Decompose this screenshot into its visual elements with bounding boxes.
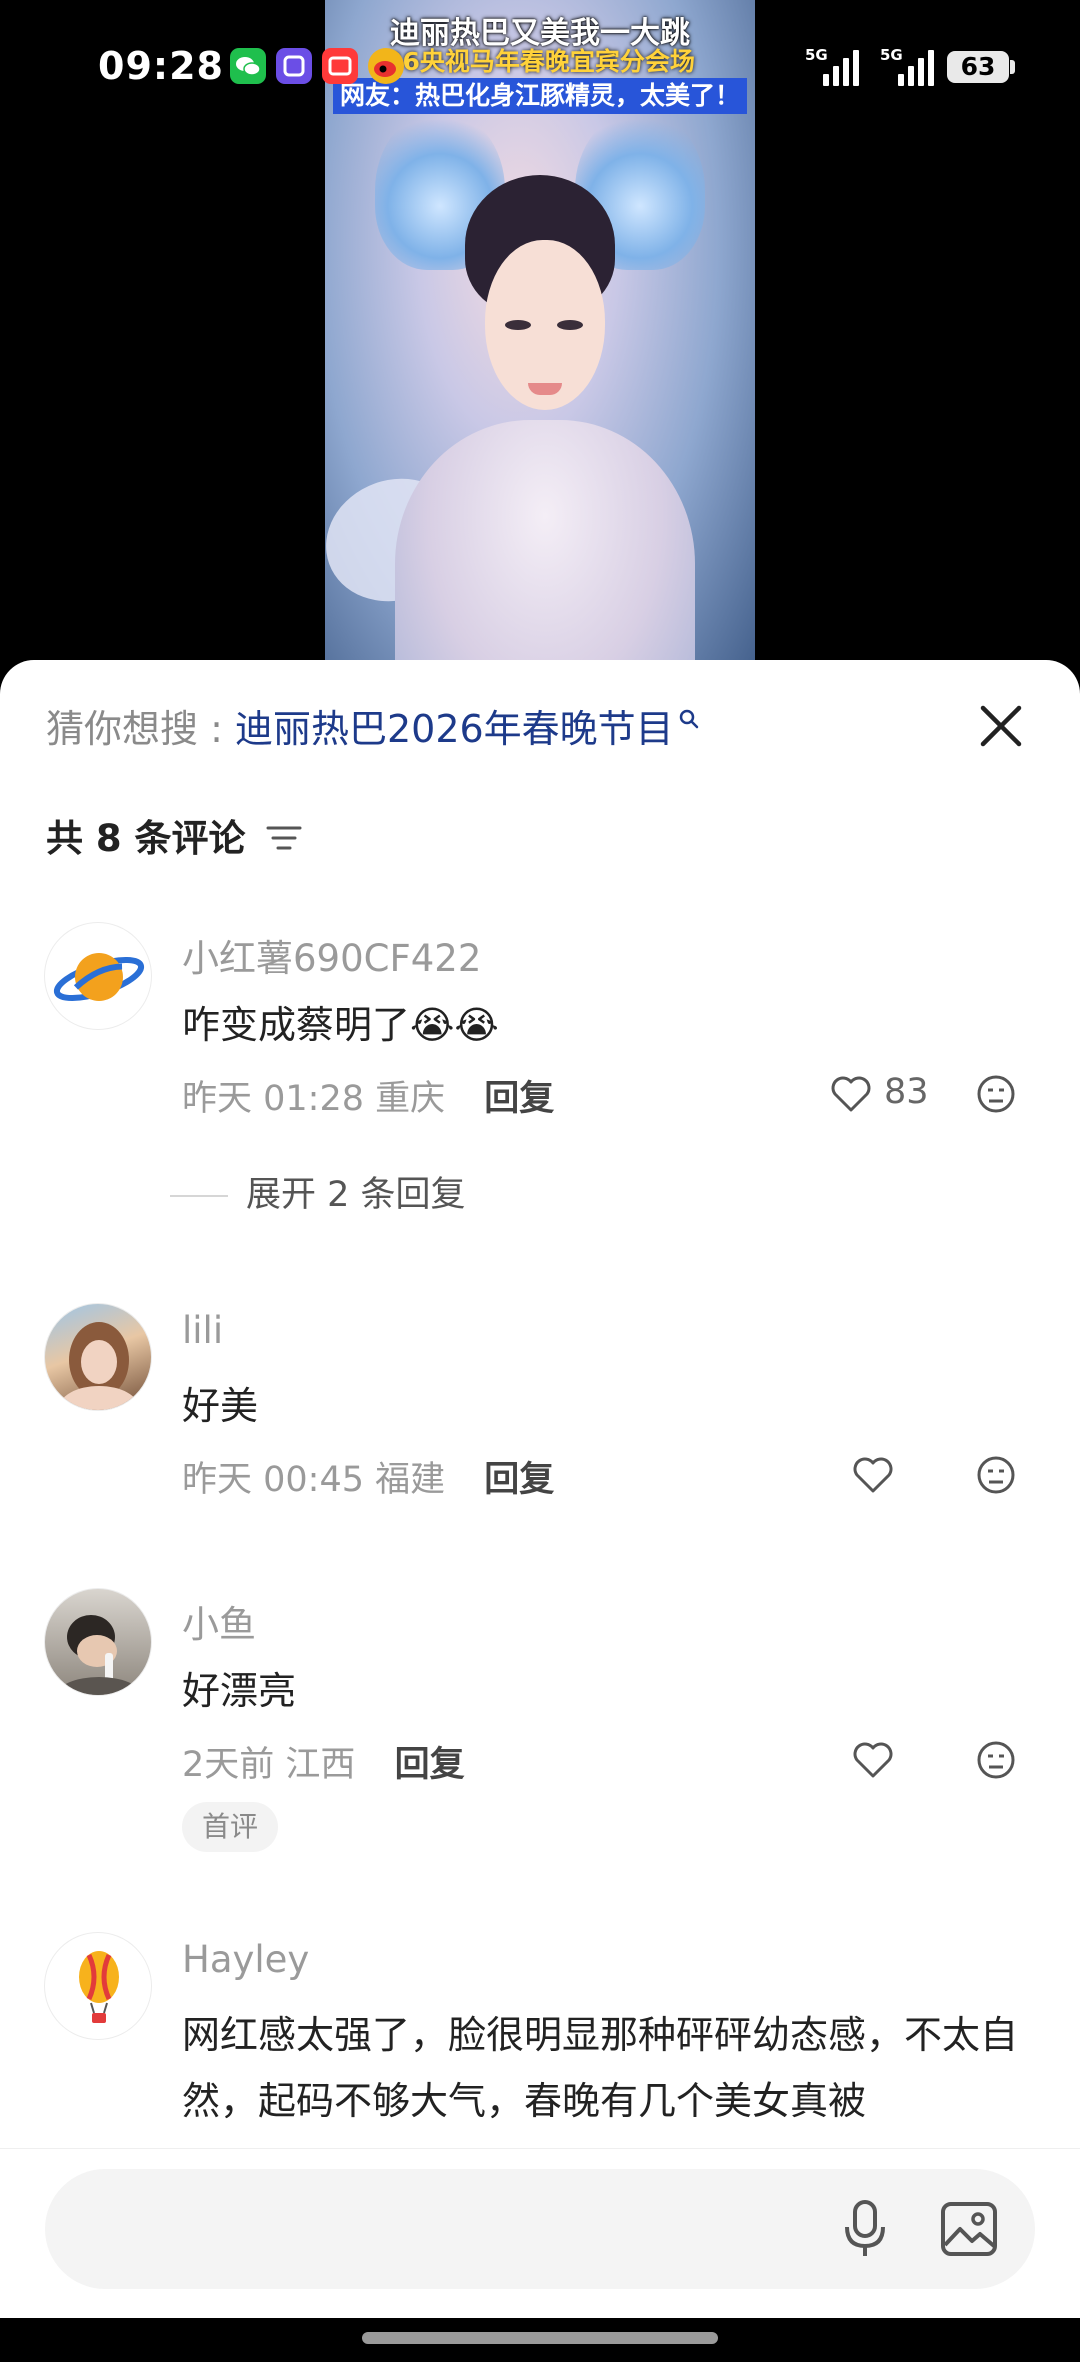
expand-replies-label: 展开 2 条回复 bbox=[246, 1175, 466, 1215]
comment-item: lili 好美 昨天 00:45 福建 回复 bbox=[0, 1303, 1080, 1523]
comment-text: 好漂亮 bbox=[182, 1669, 297, 1713]
comment-time: 2天前 bbox=[182, 1745, 275, 1785]
comments-sheet: 猜你想搜 : 迪丽热巴2026年春晚节目 共 8 条评论 小红薯690CF422… bbox=[0, 660, 1080, 2362]
network-label: 5G bbox=[805, 46, 828, 64]
balloon-icon bbox=[79, 1951, 119, 2023]
comment-meta: 昨天 01:28 重庆 回复 bbox=[182, 1070, 554, 1121]
like-heart-icon[interactable] bbox=[830, 1074, 872, 1114]
comment-username[interactable]: 小红薯690CF422 bbox=[182, 928, 481, 982]
comment-text: 好美 bbox=[182, 1384, 259, 1428]
battery-indicator: 63 bbox=[947, 51, 1009, 83]
expand-replies-button[interactable]: 展开 2 条回复 bbox=[170, 1166, 466, 1217]
avatar[interactable] bbox=[44, 1588, 152, 1696]
dislike-face-icon[interactable] bbox=[976, 1074, 1016, 1114]
comment-item: 小红薯690CF422 咋变成蔡明了😭😭 昨天 01:28 重庆 回复 83 展… bbox=[0, 922, 1080, 1215]
comment-meta: 昨天 00:45 福建 回复 bbox=[182, 1451, 554, 1502]
reply-button[interactable]: 回复 bbox=[484, 1460, 554, 1500]
comment-time: 昨天 00:45 bbox=[182, 1460, 364, 1500]
first-comment-badge: 首评 bbox=[182, 1802, 279, 1852]
suggestion-label: 猜你想搜 : bbox=[46, 707, 235, 751]
comment-text: 咋变成蔡明了😭😭 bbox=[182, 1003, 499, 1047]
expand-divider bbox=[170, 1195, 228, 1197]
like-heart-icon[interactable] bbox=[852, 1740, 894, 1780]
video-eye-graphic bbox=[557, 320, 583, 330]
weibo-icon bbox=[368, 48, 404, 84]
comment-location: 江西 bbox=[285, 1745, 356, 1785]
status-bar: 09:28 5G 5G 63 bbox=[0, 0, 1080, 130]
comment-username[interactable]: 小鱼 bbox=[182, 1594, 256, 1648]
comment-text: 网红感太强了，脸很明显那种砰砰幼态感，不太自然，起码不够大气，春晚有几个美女真被 bbox=[182, 2013, 1019, 2123]
tieba-icon bbox=[276, 48, 312, 84]
comment-location: 重庆 bbox=[375, 1079, 446, 1119]
battery-tip bbox=[1010, 60, 1015, 74]
comment-input-bar bbox=[0, 2148, 1080, 2318]
like-count: 83 bbox=[884, 1072, 929, 1112]
dislike-face-icon[interactable] bbox=[976, 1455, 1016, 1495]
comment-time: 昨天 01:28 bbox=[182, 1079, 364, 1119]
search-icon bbox=[679, 709, 698, 729]
video-eye-graphic bbox=[505, 320, 531, 330]
wechat-icon bbox=[230, 48, 266, 84]
search-suggestion[interactable]: 猜你想搜 : 迪丽热巴2026年春晚节目 bbox=[46, 698, 700, 751]
comment-username[interactable]: lili bbox=[182, 1309, 223, 1352]
cellular-signal-icon: 5G bbox=[880, 46, 942, 86]
comment-meta: 2天前 江西 回复 bbox=[182, 1736, 465, 1787]
reply-button[interactable]: 回复 bbox=[484, 1079, 554, 1119]
avatar[interactable] bbox=[44, 1932, 152, 2040]
reply-button[interactable]: 回复 bbox=[395, 1745, 465, 1785]
comment-item: 小鱼 好漂亮 2天前 江西 回复 首评 bbox=[0, 1588, 1080, 1888]
video-dress-graphic bbox=[395, 420, 695, 700]
home-indicator[interactable] bbox=[362, 2332, 718, 2344]
image-picker-icon[interactable] bbox=[940, 2201, 998, 2257]
comment-count: 共 8 条评论 bbox=[46, 817, 246, 860]
cellular-signal-icon: 5G bbox=[805, 46, 867, 86]
comment-location: 福建 bbox=[375, 1460, 446, 1500]
user-photo bbox=[59, 1322, 139, 1410]
taobao-icon bbox=[322, 48, 358, 84]
planet-icon bbox=[53, 953, 145, 1002]
like-heart-icon[interactable] bbox=[852, 1455, 894, 1495]
avatar[interactable] bbox=[44, 1303, 152, 1411]
sort-filter-icon[interactable] bbox=[266, 824, 302, 852]
dislike-face-icon[interactable] bbox=[976, 1740, 1016, 1780]
avatar[interactable] bbox=[44, 922, 152, 1030]
user-photo bbox=[57, 1615, 141, 1695]
comment-username[interactable]: Hayley bbox=[182, 1938, 309, 1981]
close-icon[interactable] bbox=[975, 700, 1027, 752]
status-time: 09:28 bbox=[98, 44, 224, 88]
microphone-icon[interactable] bbox=[842, 2199, 888, 2259]
network-label: 5G bbox=[880, 46, 903, 64]
suggestion-query-link[interactable]: 迪丽热巴2026年春晚节目 bbox=[235, 707, 674, 751]
comment-count-header: 共 8 条评论 bbox=[46, 808, 302, 860]
